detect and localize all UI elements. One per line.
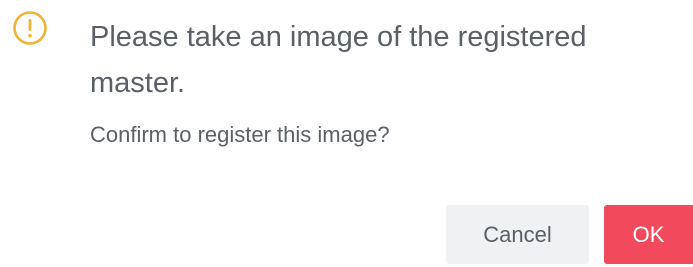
- ok-button[interactable]: OK: [604, 205, 693, 264]
- dialog-actions: Cancel OK: [0, 205, 693, 264]
- cancel-button[interactable]: Cancel: [446, 205, 589, 264]
- dialog-message: Confirm to register this image?: [90, 122, 390, 147]
- warning-circle-icon: [12, 10, 48, 46]
- dialog-title: Please take an image of the registered m…: [90, 21, 587, 99]
- confirm-dialog: Please take an image of the registered m…: [0, 0, 693, 267]
